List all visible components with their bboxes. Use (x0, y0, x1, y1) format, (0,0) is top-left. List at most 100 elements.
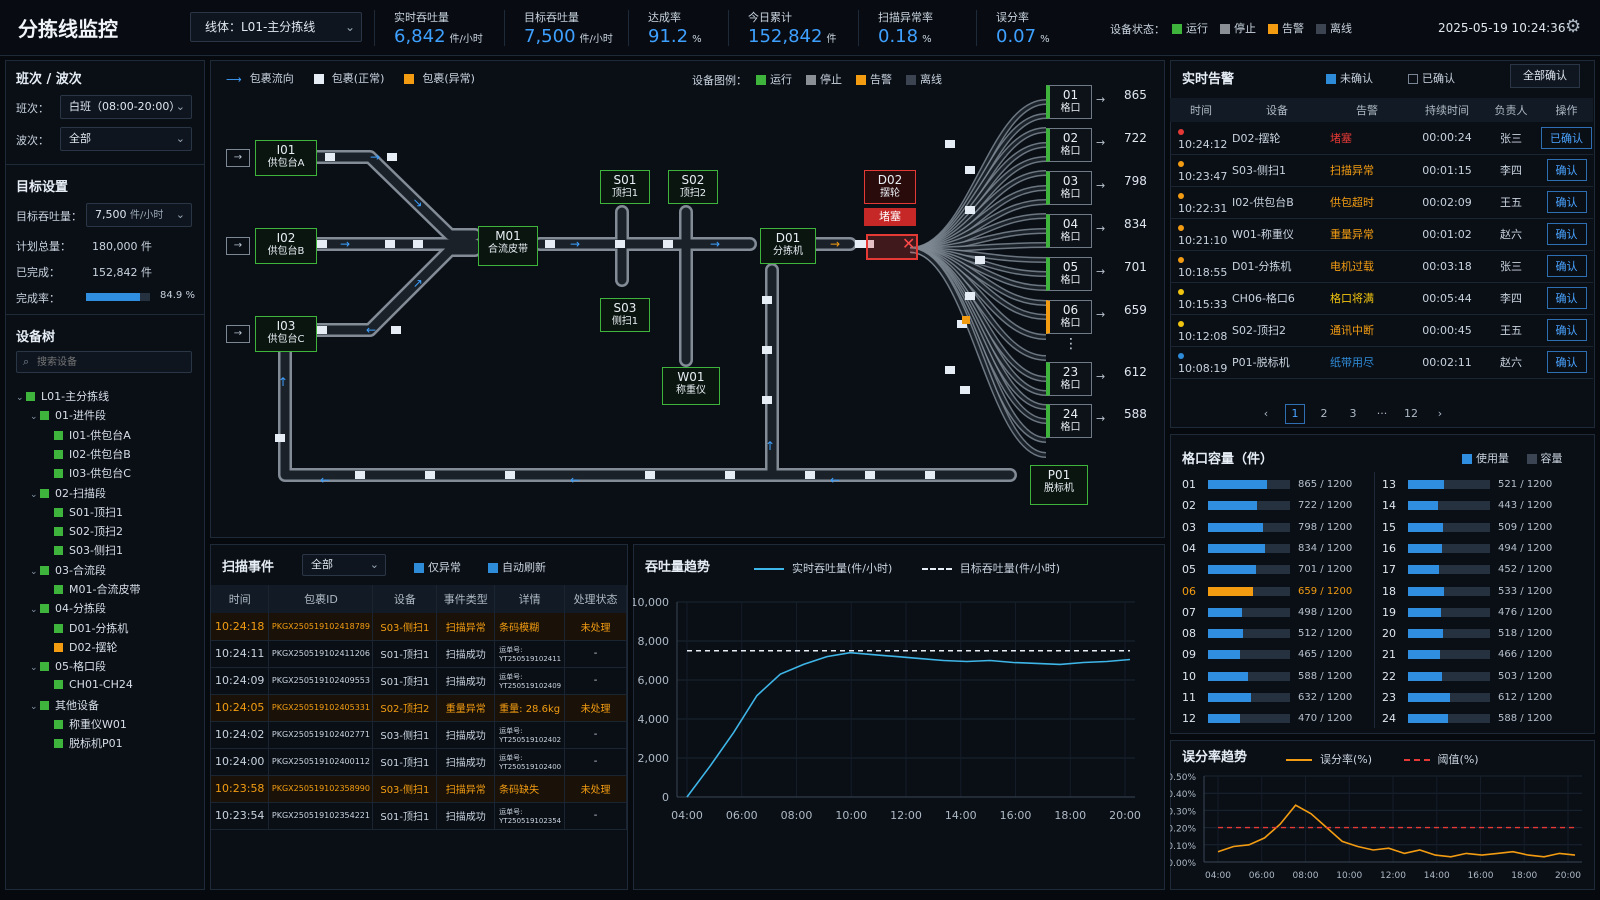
auto-refresh-checkbox[interactable]: 自动刷新 (488, 559, 546, 575)
wave-select[interactable]: 全部 ⌄ (60, 127, 192, 151)
page-button[interactable]: 1 (1285, 404, 1305, 424)
tree-node[interactable]: I03-供包台C (44, 465, 131, 481)
chute-24[interactable]: 24 格口 (1046, 404, 1092, 438)
alarm-time-cell: 10:08:19 (1170, 346, 1232, 379)
device-node-p01[interactable]: P01 脱标机 (1030, 465, 1088, 505)
event-time: 10:24:18 (211, 613, 270, 641)
chute-id: 01 (1062, 88, 1079, 102)
tree-node[interactable]: S03-侧扫1 (44, 542, 123, 558)
chute-02[interactable]: 02 格口 (1046, 128, 1092, 162)
alarm-row[interactable]: 10:08:19 P01-脱标机 纸带用尽 00:02:11 赵六 确认 (1170, 346, 1593, 379)
event-row[interactable]: 10:24:11 PKGX250519102411206 S01-顶扫1 扫描成功 运单… (211, 640, 627, 668)
device-node-i03[interactable]: I03 供包台C → (226, 316, 317, 352)
ack-checkbox[interactable]: 已确认 (1408, 70, 1455, 86)
ack-all-button[interactable]: 全部确认 (1510, 64, 1580, 88)
page-button[interactable]: 3 (1343, 405, 1363, 425)
status-legend-label: 离线 (1330, 22, 1352, 35)
tree-node[interactable]: ⌄ 02-扫描段 (30, 485, 106, 501)
event-row[interactable]: 10:23:54 PKGX250519102354221 S01-顶扫1 扫描成功 运单… (211, 802, 627, 830)
status-square-icon (40, 488, 49, 498)
acknowledge-button[interactable]: 确认 (1546, 191, 1587, 213)
tree-node[interactable]: ⌄ 其他设备 (30, 697, 99, 713)
tree-node[interactable]: ⌄ 04-分拣段 (30, 600, 106, 616)
alarm-row[interactable]: 10:21:10 W01-称重仪 重量异常 00:01:02 赵六 确认 (1170, 218, 1593, 251)
alarm-row[interactable]: 10:12:08 S02-顶扫2 通讯中断 00:00:45 王五 确认 (1170, 314, 1593, 347)
event-filter-select[interactable]: 全部 ⌄ (302, 554, 386, 576)
event-row[interactable]: 10:24:18 PKGX250519102418789 S03-侧扫1 扫描异常 条码… (211, 613, 627, 641)
checkbox-checked-icon (488, 563, 498, 573)
chute-capacity-id: 22 (1382, 669, 1396, 683)
y-tick-label: 0.20% (1170, 825, 1196, 835)
alarm-row[interactable]: 10:18:55 D01-分拣机 电机过载 00:03:18 张三 确认 (1170, 250, 1593, 283)
page-button[interactable]: ··· (1372, 405, 1392, 425)
chute-01[interactable]: 01 格口 (1046, 85, 1092, 119)
series-line (1217, 804, 1576, 858)
status-legend-label: 停止 (1234, 22, 1256, 35)
device-node-d01[interactable]: D01 分拣机 (760, 228, 816, 264)
event-row[interactable]: 10:24:00 PKGX250519102400112 S01-顶扫1 扫描成功 运单… (211, 748, 627, 776)
alarm-owner: 赵六 (1482, 346, 1540, 379)
tree-node[interactable]: ⌄ 03-合流段 (30, 562, 106, 578)
acknowledge-button[interactable]: 确认 (1546, 223, 1587, 245)
event-row[interactable]: 10:24:02 PKGX250519102402771 S03-侧扫1 扫描成功 运单… (211, 721, 627, 749)
tree-node[interactable]: 称重仪W01 (44, 716, 127, 732)
event-row[interactable]: 10:24:05 PKGX250519102405331 S02-顶扫2 重量异常 重量… (211, 694, 627, 722)
tree-node[interactable]: I01-供包台A (44, 427, 131, 443)
device-node-i01[interactable]: I01 供包台A → (226, 140, 317, 176)
device-node-s02[interactable]: S02 顶扫2 (668, 170, 718, 204)
alarm-op-cell: 确认 (1540, 250, 1593, 283)
chute-05[interactable]: 05 格口 (1046, 257, 1092, 291)
alarm-row[interactable]: 10:15:33 CH06-格口6 格口将满 00:05:44 李四 确认 (1170, 282, 1593, 315)
tree-node[interactable]: 脱标机P01 (44, 735, 123, 751)
plan-value: 180,000 件 (92, 240, 152, 253)
device-node-w01[interactable]: W01 称重仪 (662, 367, 720, 405)
tree-node[interactable]: ⌄ 05-格口段 (30, 658, 106, 674)
device-search-input[interactable] (37, 354, 187, 370)
unack-checkbox[interactable]: 未确认 (1326, 70, 1373, 86)
alarm-row[interactable]: 10:24:12 D02-摆轮 堵塞 00:00:24 张三 已确认 (1170, 122, 1593, 155)
settings-gear-icon[interactable]: ⚙ (1565, 16, 1581, 37)
chute-03[interactable]: 03 格口 (1046, 171, 1092, 205)
chute-06[interactable]: 06 格口 (1046, 300, 1092, 334)
acknowledge-button[interactable]: 确认 (1546, 319, 1587, 341)
tree-node[interactable]: ⌄ L01-主分拣线 (16, 388, 109, 404)
event-row[interactable]: 10:23:58 PKGX250519102358990 S03-侧扫1 扫描异常 条码… (211, 775, 627, 803)
tree-node[interactable]: I02-供包台B (44, 446, 131, 462)
device-node-d02[interactable]: D02 摆轮 (864, 170, 916, 204)
line-select[interactable]: 线体：L01-主分拣线 ⌄ (190, 12, 362, 42)
device-node-s01[interactable]: S01 顶扫1 (600, 170, 650, 204)
alarm-dot-icon (1178, 289, 1184, 295)
device-search[interactable]: ⌕ (16, 351, 192, 373)
chute-23[interactable]: 23 格口 (1046, 362, 1092, 396)
tree-node[interactable]: D01-分拣机 (44, 620, 128, 636)
page-button[interactable]: 12 (1401, 405, 1421, 425)
acknowledge-button[interactable]: 确认 (1546, 159, 1587, 181)
tree-node[interactable]: ⌄ 01-进件段 (30, 407, 106, 423)
acknowledged-button[interactable]: 已确认 (1541, 126, 1592, 149)
acknowledge-button[interactable]: 确认 (1546, 287, 1587, 309)
device-node-i02[interactable]: I02 供包台B → (226, 228, 317, 264)
event-detail-cell: 重量: 28.6kg (494, 694, 566, 722)
parcel-normal (975, 256, 985, 264)
shift-select[interactable]: 白班（08:00-20:00） ⌄ (60, 95, 192, 119)
only-abnormal-checkbox[interactable]: 仅异常 (414, 559, 461, 575)
acknowledge-button[interactable]: 确认 (1546, 351, 1587, 373)
chute-04[interactable]: 04 格口 (1046, 214, 1092, 248)
prev-page-icon[interactable]: ‹ (1256, 405, 1276, 425)
page-button[interactable]: 2 (1314, 405, 1334, 425)
device-node-name: 顶扫2 (679, 188, 707, 199)
tree-node[interactable]: S02-顶扫2 (44, 523, 123, 539)
device-node-m01[interactable]: M01 合流皮带 (478, 226, 538, 266)
alarm-row[interactable]: 10:22:31 I02-供包台B 供包超时 00:02:09 王五 确认 (1170, 186, 1593, 219)
next-page-icon[interactable]: › (1430, 405, 1450, 425)
acknowledge-button[interactable]: 确认 (1546, 255, 1587, 277)
tree-node[interactable]: CH01-CH24 (44, 678, 133, 691)
tree-node[interactable]: M01-合流皮带 (44, 581, 140, 597)
tree-node[interactable]: S01-顶扫1 (44, 504, 123, 520)
event-device: S03-侧扫1 (372, 721, 438, 749)
target-select[interactable]: 7,500 件/小时 ⌄ (86, 203, 192, 227)
event-row[interactable]: 10:24:09 PKGX250519102409553 S01-顶扫1 扫描成功 运单… (211, 667, 627, 695)
device-node-s03[interactable]: S03 侧扫1 (600, 298, 650, 332)
alarm-row[interactable]: 10:23:47 S03-侧扫1 扫描异常 00:01:15 李四 确认 (1170, 154, 1593, 187)
tree-node[interactable]: D02-摆轮 (44, 639, 117, 655)
